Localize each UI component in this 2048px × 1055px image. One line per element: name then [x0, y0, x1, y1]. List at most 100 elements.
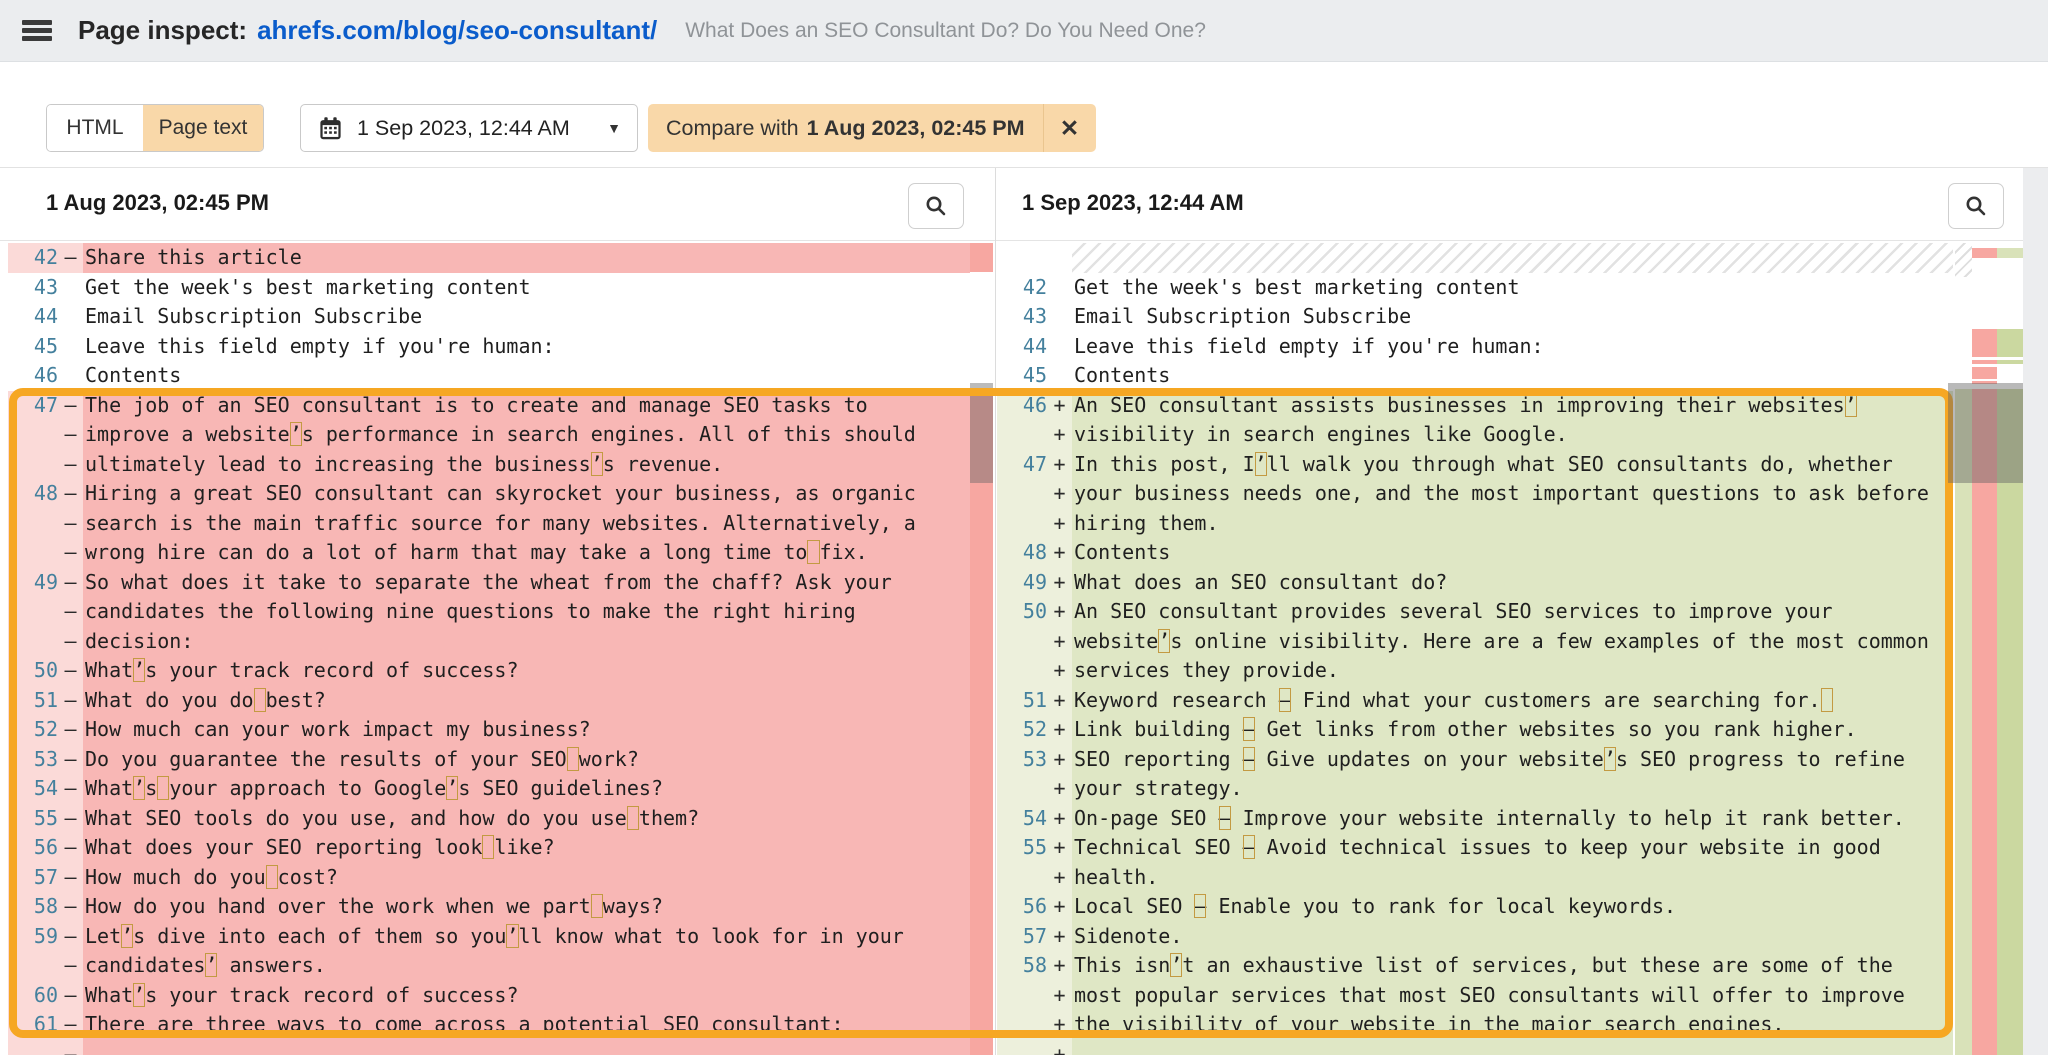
- diff-line: —ultimately lead to increasing the busin…: [8, 450, 970, 480]
- right-pane-search-button[interactable]: [1948, 183, 2004, 229]
- diff-sign: —: [58, 745, 83, 775]
- line-text: your strategy.: [1072, 774, 1953, 804]
- minimap-added-mark: [1997, 360, 2023, 364]
- line-text: Leave this field empty if you're human:: [83, 332, 970, 362]
- line-number: 43: [8, 273, 58, 303]
- line-text: Share this article: [83, 243, 970, 273]
- new-version-pane: 42Get the week's best marketing content4…: [997, 243, 1953, 1055]
- line-text: Email Subscription Subscribe: [1072, 302, 1953, 332]
- line-number: 51: [8, 686, 58, 716]
- page-inspect-window: Page inspect: ahrefs.com/blog/seo-consul…: [0, 0, 2048, 1055]
- line-number: [8, 1040, 58, 1055]
- char-diff: [567, 747, 579, 771]
- line-number: 60: [8, 981, 58, 1011]
- char-diff: ’: [133, 658, 145, 682]
- line-text: [1072, 1040, 1953, 1055]
- line-text: Contents: [1072, 538, 1953, 568]
- diff-sign: —: [58, 774, 83, 804]
- line-text: Get the week's best marketing content: [1072, 273, 1953, 303]
- diff-line: 60—What’s your track record of success?: [8, 981, 970, 1011]
- diff-sign: +: [1047, 538, 1072, 568]
- left-pane-diff-scrollbar[interactable]: [970, 241, 993, 1055]
- html-tab[interactable]: HTML: [47, 105, 143, 151]
- line-number: 52: [997, 715, 1047, 745]
- snapshot-date-dropdown[interactable]: 1 Sep 2023, 12:44 AM ▼: [300, 104, 638, 152]
- diff-sign: +: [1047, 509, 1072, 539]
- inspected-url-link[interactable]: ahrefs.com/blog/seo-consultant/: [257, 15, 657, 46]
- close-compare-icon[interactable]: ✕: [1043, 104, 1096, 152]
- diff-sign: +: [1047, 1010, 1072, 1040]
- minimap-added-mark: [1997, 248, 2023, 258]
- minimap-removed-mark: [1972, 329, 1997, 357]
- minimap-removed-mark: [1972, 248, 1997, 258]
- diff-line: 48+Contents: [997, 538, 1953, 568]
- top-header: Page inspect: ahrefs.com/blog/seo-consul…: [0, 0, 2048, 62]
- compare-with-pill[interactable]: Compare with 1 Aug 2023, 02:45 PM ✕: [648, 104, 1096, 152]
- line-number: [8, 951, 58, 981]
- diff-line: 57+Sidenote.: [997, 922, 1953, 952]
- diff-line: 46Contents: [8, 361, 970, 391]
- left-pane-search-button[interactable]: [908, 183, 964, 229]
- diff-sign: —: [58, 656, 83, 686]
- line-text: On-page SEO – Improve your website inter…: [1072, 804, 1953, 834]
- diff-line: 57—How much do you cost?: [8, 863, 970, 893]
- line-text: Contents: [83, 361, 970, 391]
- line-number: 53: [8, 745, 58, 775]
- line-number: 57: [997, 922, 1047, 952]
- char-diff: ’: [1170, 953, 1182, 977]
- diff-line: 42—Share this article: [8, 243, 970, 273]
- diff-sign: —: [58, 863, 83, 893]
- diff-line: 59—Let’s dive into each of them so you’l…: [8, 922, 970, 952]
- hamburger-menu-icon[interactable]: [22, 17, 52, 45]
- line-text: health.: [1072, 863, 1953, 893]
- line-number: 55: [8, 804, 58, 834]
- diff-sign: —: [58, 627, 83, 657]
- char-diff: ’: [1604, 747, 1616, 771]
- line-number: [997, 243, 1047, 273]
- diff-line: 49—So what does it take to separate the …: [8, 568, 970, 598]
- diff-sign: +: [1047, 774, 1072, 804]
- calendar-icon: [317, 115, 344, 142]
- char-diff: ’: [1255, 452, 1267, 476]
- diff-line: +visibility in search engines like Googl…: [997, 420, 1953, 450]
- diff-sign: +: [1047, 863, 1072, 893]
- diff-minimap[interactable]: [1972, 241, 2023, 1055]
- line-text: your business needs one, and the most im…: [1072, 479, 1953, 509]
- line-text: decision:: [83, 627, 970, 657]
- line-number: 47: [8, 391, 58, 421]
- diff-line: 61—There are three ways to come across a…: [8, 1010, 970, 1040]
- char-diff: ’: [591, 452, 603, 476]
- left-scrollbar-thumb[interactable]: [970, 383, 993, 483]
- diff-line: 52—How much can your work impact my busi…: [8, 715, 970, 745]
- right-pane-diff-scrollbar[interactable]: [1955, 241, 1972, 1055]
- removed-mark: [970, 389, 993, 1055]
- added-mark: [1955, 389, 1972, 1055]
- line-text: What’s your track record of success?: [83, 656, 970, 686]
- view-mode-segmented-control: HTML Page text: [46, 104, 264, 152]
- chevron-down-icon: ▼: [607, 120, 621, 136]
- line-number: [997, 509, 1047, 539]
- line-number: 55: [997, 833, 1047, 863]
- line-number: 58: [997, 951, 1047, 981]
- line-number: [8, 509, 58, 539]
- line-text: There are three ways to come across a po…: [83, 1010, 970, 1040]
- char-diff: –: [1219, 806, 1231, 830]
- line-text: Link building – Get links from other web…: [1072, 715, 1953, 745]
- char-diff: ’: [205, 953, 217, 977]
- diff-line: +the visibility of your website in the m…: [997, 1010, 1953, 1040]
- char-diff: ’: [1158, 629, 1170, 653]
- removed-mark: [970, 243, 993, 272]
- diff-sign: +: [1047, 922, 1072, 952]
- line-number: 56: [8, 833, 58, 863]
- line-text: The job of an SEO consultant is to creat…: [83, 391, 970, 421]
- char-diff: ’: [506, 924, 518, 948]
- line-text: [1072, 243, 1953, 273]
- char-diff: –: [1279, 688, 1291, 712]
- page-text-tab[interactable]: Page text: [143, 105, 263, 151]
- line-text: most popular services that most SEO cons…: [1072, 981, 1953, 1011]
- diff-sign: [1047, 302, 1072, 332]
- minimap-viewport-indicator[interactable]: [1948, 383, 2023, 483]
- char-diff: ’: [1845, 393, 1857, 417]
- char-diff: [266, 865, 278, 889]
- diff-line: 50+An SEO consultant provides several SE…: [997, 597, 1953, 627]
